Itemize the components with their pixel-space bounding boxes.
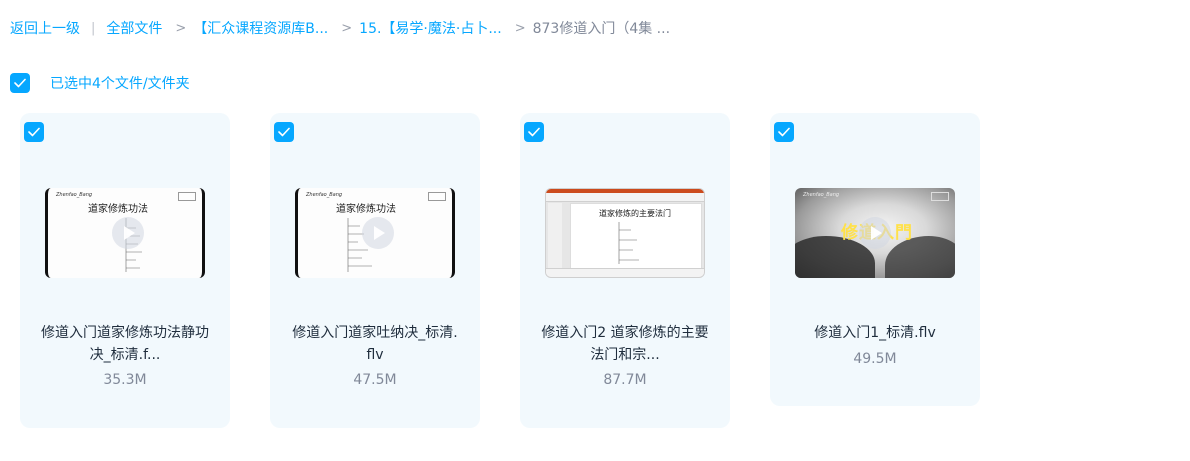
video-thumbnail[interactable]: Zhenfao_Bang 道家修炼功法: [295, 188, 455, 278]
play-icon[interactable]: [112, 217, 144, 249]
selection-bar: 已选中4个文件/文件夹: [10, 72, 190, 94]
breadcrumb-divider: |: [91, 20, 96, 36]
file-checkbox[interactable]: [24, 122, 44, 142]
checkmark-icon: [28, 127, 40, 137]
checkmark-icon: [278, 127, 290, 137]
breadcrumb-folder-1[interactable]: 【汇众课程资源库B...: [193, 18, 328, 38]
ppt-ribbon: [546, 193, 704, 202]
thumbnail-logo: [931, 192, 949, 201]
file-name[interactable]: 修道入门2 道家修炼的主要 法门和宗...: [520, 322, 730, 366]
selection-count-text: 已选中4个文件/文件夹: [50, 76, 190, 92]
checkmark-icon: [778, 127, 790, 137]
checkmark-icon: [528, 127, 540, 137]
file-name[interactable]: 修道入门道家吐纳决_标清. flv: [270, 322, 480, 366]
thumbnail-logo: [178, 192, 196, 201]
play-icon[interactable]: [362, 217, 394, 249]
breadcrumb-arrow-icon: >: [175, 20, 187, 36]
video-thumbnail[interactable]: Zhenfao_Bang 修道入門: [795, 188, 955, 278]
file-checkbox[interactable]: [524, 122, 544, 142]
breadcrumb-arrow-icon: >: [341, 20, 353, 36]
thumbnail-logo: [428, 192, 446, 201]
breadcrumb-folder-2[interactable]: 15.【易学·魔法·占卜...: [359, 18, 502, 38]
file-checkbox[interactable]: [274, 122, 294, 142]
ppt-statusbar: [546, 268, 704, 277]
video-thumbnail[interactable]: Zhenfao_Bang 道家修炼功法: [45, 188, 205, 278]
file-size: 35.3M: [103, 372, 147, 388]
ppt-slide-panel: [548, 203, 562, 269]
back-link[interactable]: 返回上一级: [10, 18, 80, 38]
breadcrumb: 返回上一级 | 全部文件 > 【汇众课程资源库B... > 15.【易学·魔法·…: [10, 17, 670, 39]
file-card[interactable]: Zhenfao_Bang 道家修炼功法 修道入门道家修炼功法静功 决_标清.f.…: [20, 113, 230, 428]
file-checkbox[interactable]: [774, 122, 794, 142]
thumbnail-watermark: Zhenfao_Bang: [306, 192, 343, 198]
play-icon[interactable]: [859, 217, 891, 249]
mindmap-graphic: [618, 222, 639, 264]
thumbnail-title: 道家修炼功法: [88, 204, 148, 215]
file-size: 87.7M: [603, 372, 647, 388]
breadcrumb-arrow-icon: >: [514, 20, 526, 36]
thumbnail-title: 道家修炼功法: [336, 204, 396, 215]
select-all-checkbox[interactable]: [10, 73, 30, 93]
file-name[interactable]: 修道入门1_标清.flv: [770, 322, 980, 344]
checkmark-icon: [14, 78, 26, 88]
file-card[interactable]: Zhenfao_Bang 修道入門 修道入门1_标清.flv 49.5M: [770, 113, 980, 406]
file-card[interactable]: Zhenfao_Bang 道家修炼功法 修道入门道家吐纳决_标清. flv 47…: [270, 113, 480, 428]
file-size: 49.5M: [853, 351, 897, 367]
thumbnail-watermark: Zhenfao_Bang: [56, 192, 93, 198]
thumbnail-watermark: Zhenfao_Bang: [803, 192, 840, 198]
file-card[interactable]: 道家修炼的主要法门 修道入门2 道家修炼的主要 法门和宗... 87.7M: [520, 113, 730, 428]
video-thumbnail[interactable]: 道家修炼的主要法门: [545, 188, 705, 278]
ppt-slide: 道家修炼的主要法门: [570, 203, 702, 271]
thumbnail-title: 道家修炼的主要法门: [599, 209, 671, 218]
file-name[interactable]: 修道入门道家修炼功法静功 决_标清.f...: [20, 322, 230, 366]
breadcrumb-current-folder: 873修道入门（4集 ...: [532, 21, 671, 37]
breadcrumb-all-files[interactable]: 全部文件: [106, 18, 162, 38]
file-size: 47.5M: [353, 372, 397, 388]
